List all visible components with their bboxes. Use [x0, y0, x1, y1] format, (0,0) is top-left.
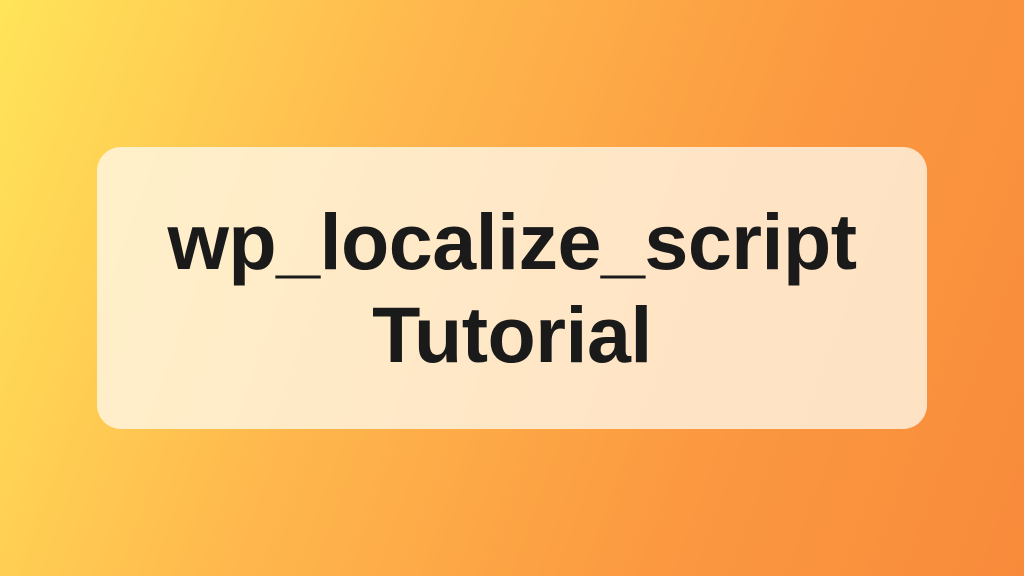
title-card: wp_localize_script Tutorial	[97, 147, 927, 429]
hero-title: wp_localize_script Tutorial	[167, 195, 856, 381]
